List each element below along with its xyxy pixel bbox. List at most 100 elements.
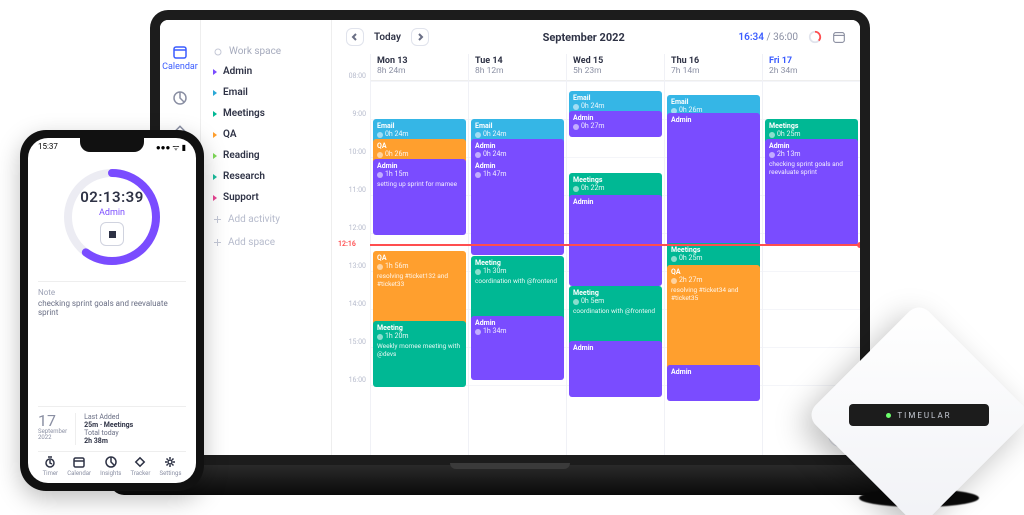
- triangle-icon: [213, 90, 217, 96]
- calendar-event[interactable]: Admin2h 13mchecking sprint goals and ree…: [765, 139, 858, 245]
- calendar-event[interactable]: QA1h 56mresolving #ticket132 and #ticket…: [373, 251, 466, 327]
- today-button[interactable]: Today: [370, 32, 405, 43]
- insights-icon: [105, 456, 117, 468]
- triangle-icon: [213, 153, 217, 159]
- tab-label: Calendar: [67, 470, 91, 477]
- calendar-grid: 08:009:0010:0011:0012:0013:0014:0015:001…: [332, 54, 860, 455]
- hour-label: 13:00: [332, 262, 366, 300]
- activity-research[interactable]: Research: [201, 166, 331, 187]
- total-today-label: Total today: [84, 429, 119, 437]
- calendar-event[interactable]: QA2h 27mresolving #ticket34 and #ticket3…: [667, 265, 760, 371]
- tracker-device: TIMEULAR: [839, 335, 999, 495]
- status-time: 15:37: [38, 142, 58, 153]
- calendar-event[interactable]: Admin1h 34m: [471, 316, 564, 380]
- nav-reports[interactable]: [172, 90, 188, 106]
- calendar-event[interactable]: Admin: [569, 341, 662, 397]
- day-header: Wed 155h 23m: [567, 54, 664, 81]
- total-today-value: 2h 38m: [84, 437, 133, 445]
- add-space[interactable]: Add space: [201, 231, 331, 254]
- add-activity[interactable]: Add activity: [201, 208, 331, 231]
- activity-qa[interactable]: QA: [201, 124, 331, 145]
- activity-reading[interactable]: Reading: [201, 145, 331, 166]
- triangle-icon: [213, 132, 217, 138]
- calendar-event[interactable]: Meeting0h 5emcoordination with @frontend: [569, 286, 662, 347]
- add-activity-label: Add activity: [228, 214, 280, 225]
- triangle-icon: [213, 174, 217, 180]
- activity-label: Support: [223, 192, 259, 203]
- hour-label: 9:00: [332, 110, 366, 148]
- timer-icon: [44, 456, 56, 468]
- tab-insights[interactable]: Insights: [100, 456, 121, 477]
- day-columns: Mon 138h 24mEmail0h 24mQA0h 26mAdmin1h 1…: [370, 54, 860, 455]
- timer-ring: 02:13:39 Admin: [60, 165, 164, 269]
- tab-calendar[interactable]: Calendar: [67, 456, 91, 477]
- hour-label: 11:00: [332, 186, 366, 224]
- tab-label: Insights: [100, 470, 121, 477]
- plus-icon: [213, 215, 222, 224]
- tab-timer[interactable]: Timer: [43, 456, 59, 477]
- activity-label: Admin: [223, 66, 252, 77]
- next-button[interactable]: [411, 28, 429, 46]
- tracker-strip: TIMEULAR: [849, 404, 989, 426]
- piechart-icon: [172, 90, 188, 106]
- calendar-event[interactable]: Admin: [667, 365, 760, 401]
- day-column: Wed 155h 23mEmail0h 24mAdmin0h 27mMeetin…: [566, 54, 664, 455]
- hour-label: 10:00: [332, 148, 366, 186]
- calendar-icon: [73, 456, 85, 468]
- calendar-event[interactable]: Meeting1h 30mcoordination with @frontend: [471, 256, 564, 322]
- nav-calendar[interactable]: Calendar: [162, 44, 198, 72]
- workspace-header[interactable]: Work space: [201, 42, 331, 61]
- summary-date: 17 September2022: [38, 413, 67, 445]
- chevron-right-icon: [416, 33, 424, 41]
- calendar-event[interactable]: Admin: [569, 195, 662, 286]
- note-label: Note: [38, 288, 186, 297]
- day-column: Mon 138h 24mEmail0h 24mQA0h 26mAdmin1h 1…: [370, 54, 468, 455]
- day-body[interactable]: Email0h 24mQA0h 26mAdmin1h 15msetting up…: [371, 81, 468, 455]
- day-body[interactable]: Email0h 26mAdminMeetings0h 25mQA2h 27mre…: [665, 81, 762, 455]
- day-body[interactable]: Email0h 24mAdmin0h 24mAdmin1h 47mMeeting…: [469, 81, 566, 455]
- stop-button[interactable]: [100, 222, 124, 246]
- laptop-base: [110, 465, 910, 495]
- calendar-settings-icon[interactable]: [832, 30, 846, 44]
- tab-tracker[interactable]: Tracker: [131, 456, 151, 477]
- activity-admin[interactable]: Admin: [201, 61, 331, 82]
- settings-icon: [164, 456, 176, 468]
- calendar-event[interactable]: Meeting1h 20mWeekly momee meeting with @…: [373, 321, 466, 387]
- hour-label: 16:00: [332, 376, 366, 414]
- last-added-label: Last Added: [84, 413, 119, 421]
- activity-meetings[interactable]: Meetings: [201, 103, 331, 124]
- triangle-icon: [213, 111, 217, 117]
- gauge-icon: [808, 30, 822, 44]
- calendar-event[interactable]: Admin1h 15msetting up sprint for mamee: [373, 159, 466, 235]
- tracker-icon: [134, 456, 146, 468]
- activity-label: Reading: [223, 150, 260, 161]
- day-summary: 17 September2022 Last Added 25m · Meetin…: [38, 406, 186, 451]
- hour-label: 14:00: [332, 300, 366, 338]
- last-added-value: 25m · Meetings: [84, 421, 133, 429]
- prev-button[interactable]: [346, 28, 364, 46]
- day-header: Tue 148h 12m: [469, 54, 566, 81]
- calendar-event[interactable]: Admin0h 27m: [569, 111, 662, 137]
- phone-tabbar: Timer Calendar Insights Tracker Settings: [38, 451, 186, 477]
- led-icon: [886, 413, 891, 418]
- calendar-event[interactable]: Admin1h 47m: [471, 159, 564, 255]
- triangle-icon: [213, 69, 217, 75]
- tab-settings[interactable]: Settings: [160, 456, 182, 477]
- laptop-hinge: [450, 463, 570, 469]
- tab-label: Timer: [43, 470, 59, 477]
- calendar-event[interactable]: Admin: [667, 113, 760, 247]
- activity-email[interactable]: Email: [201, 82, 331, 103]
- stop-icon: [109, 231, 116, 238]
- plus-icon: [213, 238, 222, 247]
- day-body[interactable]: Email0h 24mAdmin0h 27mMeetings0h 22mAdmi…: [567, 81, 664, 455]
- day-column: Tue 148h 12mEmail0h 24mAdmin0h 24mAdmin1…: [468, 54, 566, 455]
- activity-support[interactable]: Support: [201, 187, 331, 208]
- activity-label: Meetings: [223, 108, 265, 119]
- calendar-icon: [172, 44, 188, 60]
- hour-label: 15:00: [332, 338, 366, 376]
- timer-activity[interactable]: Admin: [99, 208, 125, 218]
- note-field[interactable]: Note checking sprint goals and reevaluat…: [38, 281, 186, 317]
- day-header: Fri 172h 34m: [763, 54, 860, 81]
- tab-label: Tracker: [131, 470, 151, 477]
- calendar-topbar: Today September 2022 16:34 / 36:00: [332, 20, 860, 54]
